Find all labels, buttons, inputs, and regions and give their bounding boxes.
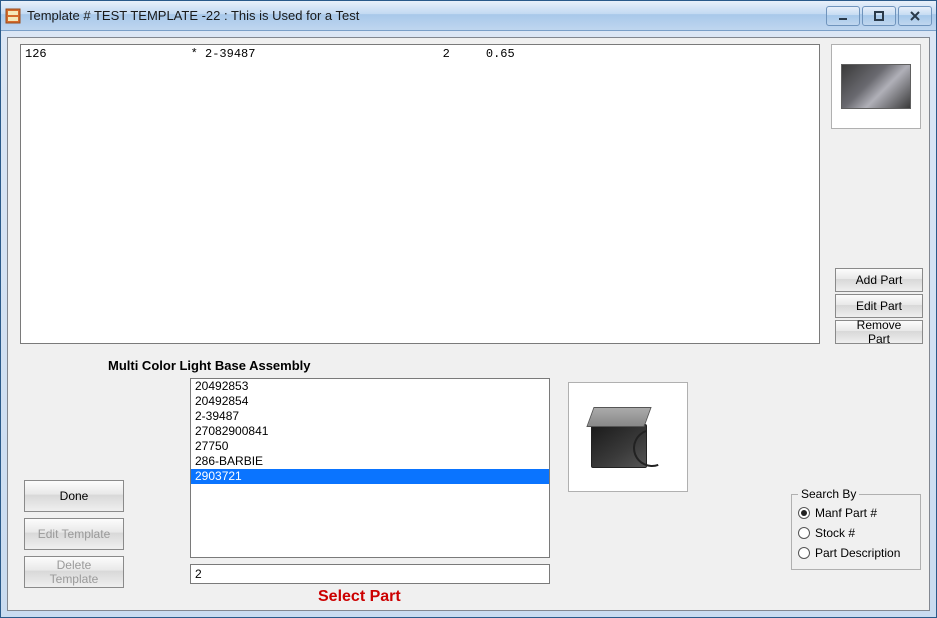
client-area: 126 * 2-39487 2 0.65 Add Part Edit Part …	[7, 37, 930, 611]
part-list-item[interactable]: 286-BARBIE	[191, 454, 549, 469]
radio-icon	[798, 527, 810, 539]
search-by-option-label: Stock #	[815, 526, 855, 540]
window-controls	[826, 6, 932, 26]
part-list-item[interactable]: 27082900841	[191, 424, 549, 439]
add-part-button[interactable]: Add Part	[835, 268, 923, 292]
radio-icon	[798, 507, 810, 519]
close-button[interactable]	[898, 6, 932, 26]
done-button[interactable]: Done	[24, 480, 124, 512]
maximize-icon	[873, 10, 885, 22]
search-by-legend: Search By	[798, 487, 859, 501]
search-by-option[interactable]: Manf Part #	[798, 503, 914, 523]
search-by-group: Search By Manf Part #Stock #Part Descrip…	[791, 494, 921, 570]
edit-part-button[interactable]: Edit Part	[835, 294, 923, 318]
selected-part-thumbnail	[568, 382, 688, 492]
titlebar: Template # TEST TEMPLATE -22 : This is U…	[1, 1, 936, 31]
delete-template-button[interactable]: Delete Template	[24, 556, 124, 588]
app-icon	[5, 8, 21, 24]
remove-part-button[interactable]: Remove Part	[835, 320, 923, 344]
select-part-label: Select Part	[318, 588, 401, 606]
part-action-buttons: Add Part Edit Part Remove Part	[835, 268, 923, 344]
radio-icon	[798, 547, 810, 559]
template-action-buttons: Done Edit Template Delete Template	[24, 480, 124, 588]
search-by-option-label: Part Description	[815, 546, 900, 560]
part-list-item[interactable]: 2903721	[191, 469, 549, 484]
search-by-option[interactable]: Part Description	[798, 543, 914, 563]
thumbnail-placeholder-icon	[841, 64, 911, 109]
template-part-thumbnail	[831, 44, 921, 129]
part-search-input[interactable]	[190, 564, 550, 584]
minimize-button[interactable]	[826, 6, 860, 26]
part-list-item[interactable]: 20492854	[191, 394, 549, 409]
assembly-label: Multi Color Light Base Assembly	[108, 358, 311, 373]
part-list-item[interactable]: 27750	[191, 439, 549, 454]
search-by-option[interactable]: Stock #	[798, 523, 914, 543]
maximize-button[interactable]	[862, 6, 896, 26]
app-window: Template # TEST TEMPLATE -22 : This is U…	[0, 0, 937, 618]
edit-template-button[interactable]: Edit Template	[24, 518, 124, 550]
minimize-icon	[837, 10, 849, 22]
part-picker-list[interactable]: 20492853204928542-3948727082900841277502…	[190, 378, 550, 558]
part-list-item[interactable]: 2-39487	[191, 409, 549, 424]
template-parts-list[interactable]: 126 * 2-39487 2 0.65	[20, 44, 820, 344]
close-icon	[909, 10, 921, 22]
part-list-item[interactable]: 20492853	[191, 379, 549, 394]
window-title: Template # TEST TEMPLATE -22 : This is U…	[27, 8, 826, 23]
search-by-option-label: Manf Part #	[815, 506, 877, 520]
